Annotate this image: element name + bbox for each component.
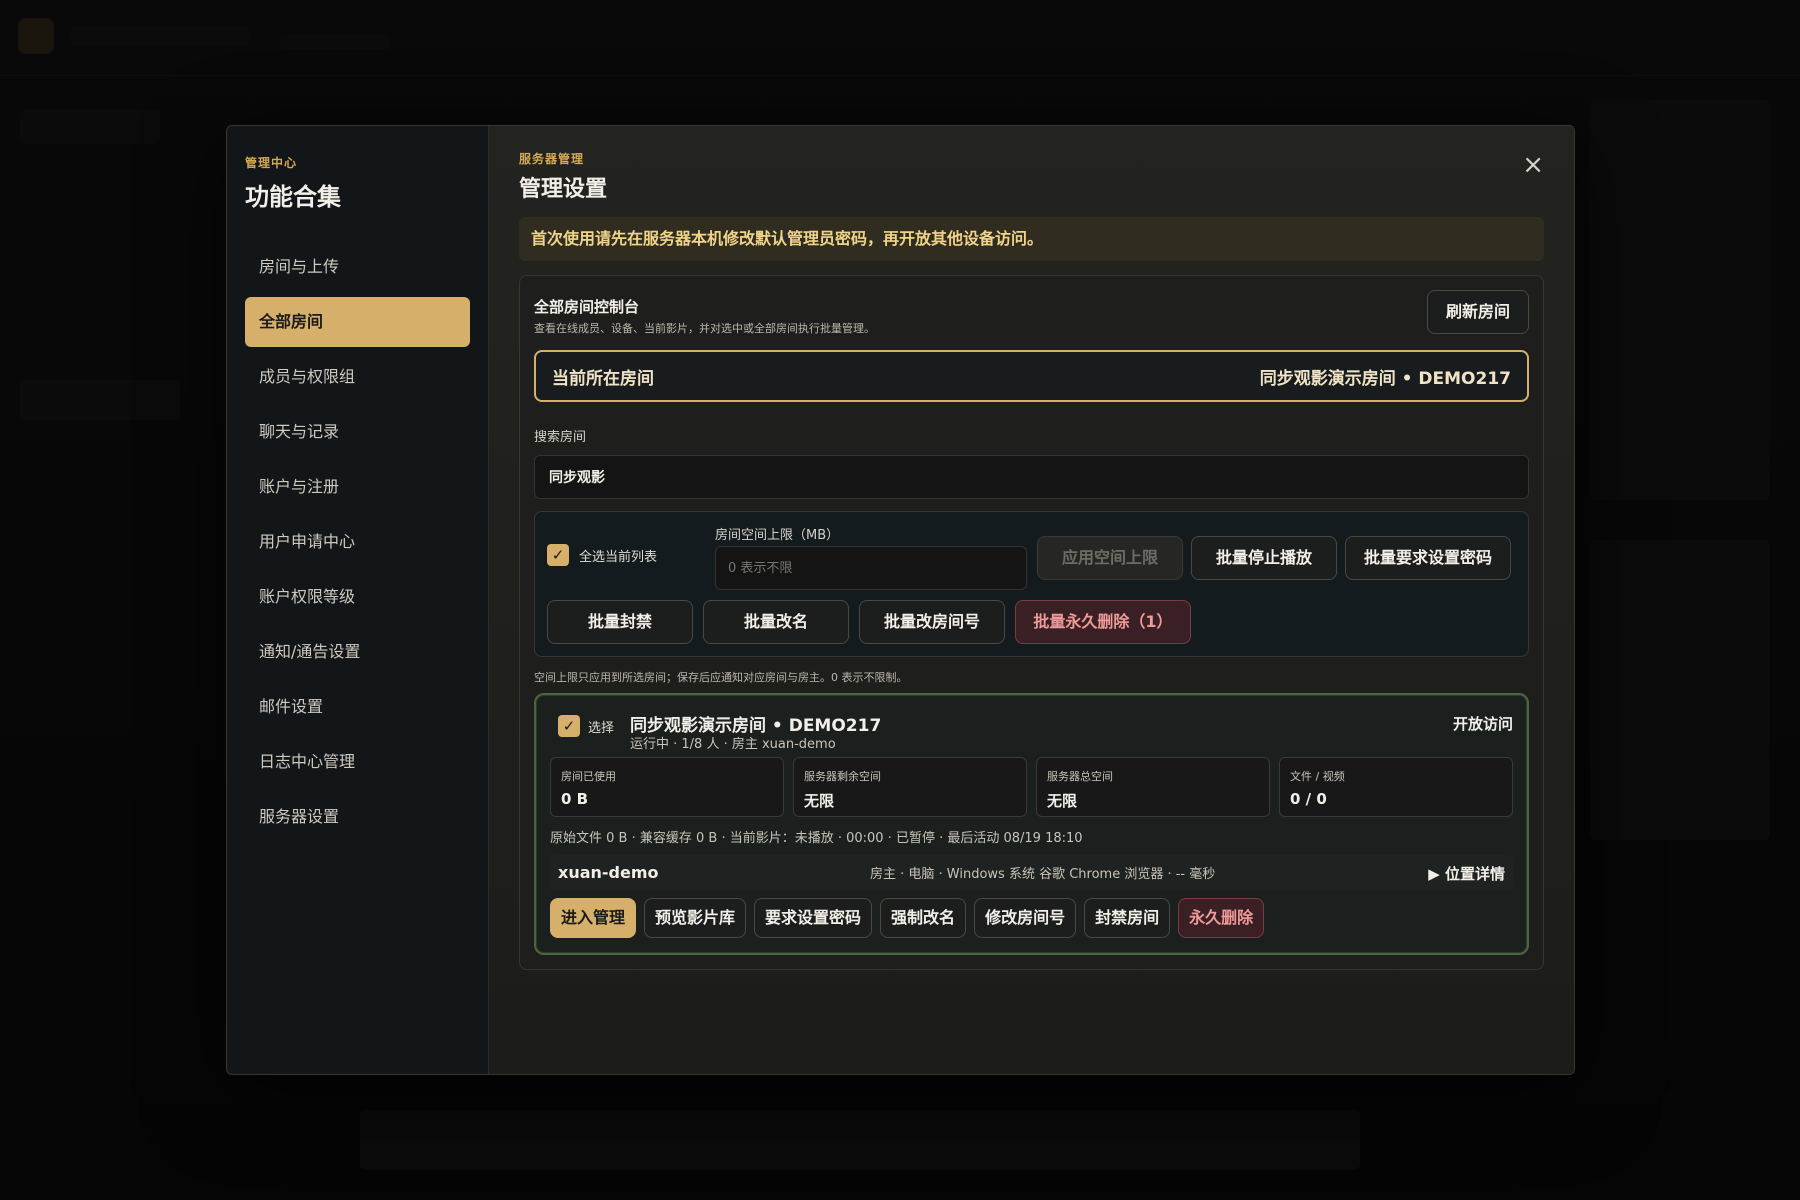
location-details-toggle[interactable]: ▶ 位置详情 [1428, 863, 1505, 884]
select-all-label: 全选当前列表 [579, 549, 658, 565]
batch-ban-button[interactable]: 批量封禁 [547, 600, 693, 644]
close-icon[interactable]: × [1522, 152, 1544, 178]
sidebar-item-user-requests[interactable]: 用户申请中心 [245, 517, 470, 567]
batch-actions-box: ✓ 全选当前列表 房间空间上限（MB） 应用空间上限 批量停止播放 批量要求设置… [534, 511, 1529, 657]
apply-quota-button[interactable]: 应用空间上限 [1037, 536, 1183, 580]
stat-label: 文件 / 视频 [1290, 770, 1345, 783]
sidebar-item-permission-levels[interactable]: 账户权限等级 [245, 572, 470, 622]
stat-label: 房间已使用 [561, 770, 616, 783]
select-all-control[interactable]: ✓ 全选当前列表 [547, 544, 657, 566]
stat-value: 0 B [561, 790, 589, 808]
refresh-rooms-button[interactable]: 刷新房间 [1427, 290, 1529, 334]
batch-rename-button[interactable]: 批量改名 [703, 600, 849, 644]
member-name: xuan-demo [558, 863, 659, 882]
room-access-status: 开放访问 [1452, 715, 1513, 733]
sidebar-item-mail-settings[interactable]: 邮件设置 [245, 682, 470, 732]
stat-room-used: 房间已使用 0 B [550, 757, 784, 817]
quota-label: 房间空间上限（MB） [715, 528, 840, 543]
stat-server-free: 服务器剩余空间 无限 [793, 757, 1027, 817]
room-actions: 进入管理 预览影片库 要求设置密码 强制改名 修改房间号 封禁房间 永久删除 [550, 898, 1265, 938]
main-kicker: 服务器管理 [519, 152, 585, 166]
stat-files-videos: 文件 / 视频 0 / 0 [1279, 757, 1513, 817]
sidebar-title: 功能合集 [245, 183, 341, 211]
stat-label: 服务器剩余空间 [804, 770, 881, 783]
page-title: 管理设置 [519, 177, 608, 202]
enter-management-button[interactable]: 进入管理 [550, 898, 637, 938]
room-select-label: 选择 [588, 720, 615, 736]
stat-label: 服务器总空间 [1047, 770, 1113, 783]
sidebar-item-log-center[interactable]: 日志中心管理 [245, 737, 470, 787]
room-details: 原始文件 0 B · 兼容缓存 0 B · 当前影片：未播放 · 00:00 ·… [550, 831, 1083, 846]
sidebar-item-members-groups[interactable]: 成员与权限组 [245, 352, 470, 402]
sidebar-item-chat-records[interactable]: 聊天与记录 [245, 407, 470, 457]
sidebar-item-accounts-register[interactable]: 账户与注册 [245, 462, 470, 512]
batch-change-number-button[interactable]: 批量改房间号 [859, 600, 1005, 644]
batch-stop-play-button[interactable]: 批量停止播放 [1191, 536, 1337, 580]
current-room-banner: 当前所在房间 同步观影演示房间 • DEMO217 [534, 350, 1529, 402]
member-info: 房主 · 电脑 · Windows 系统 谷歌 Chrome 浏览器 · -- … [870, 867, 1216, 882]
quota-input[interactable] [715, 546, 1027, 590]
sidebar-kicker: 管理中心 [245, 156, 298, 170]
room-select-checkbox[interactable]: ✓ [558, 715, 580, 737]
ban-room-button[interactable]: 封禁房间 [1084, 898, 1171, 938]
current-room-value: 同步观影演示房间 • DEMO217 [1259, 368, 1511, 389]
panel-title: 全部房间控制台 [534, 298, 640, 316]
member-row: xuan-demo 房主 · 电脑 · Windows 系统 谷歌 Chrome… [550, 855, 1513, 891]
room-search-input[interactable] [534, 455, 1529, 499]
select-all-checkbox[interactable]: ✓ [547, 544, 569, 566]
stat-value: 0 / 0 [1290, 790, 1327, 808]
main-content: 服务器管理 管理设置 × 首次使用请先在服务器本机修改默认管理员密码，再开放其他… [489, 126, 1574, 1074]
room-card: ✓ 选择 同步观影演示房间 • DEMO217 运行中 · 1/8 人 · 房主… [534, 693, 1529, 955]
sidebar: 管理中心 功能合集 房间与上传 全部房间 成员与权限组 聊天与记录 账户与注册 … [227, 126, 489, 1074]
stat-value: 无限 [1047, 792, 1078, 810]
rooms-console-panel: 全部房间控制台 查看在线成员、设备、当前影片，并对选中或全部房间执行批量管理。 … [519, 275, 1544, 970]
room-select-control[interactable]: ✓ 选择 [558, 715, 614, 737]
batch-require-password-button[interactable]: 批量要求设置密码 [1345, 536, 1511, 580]
sidebar-item-rooms-upload[interactable]: 房间与上传 [245, 242, 470, 292]
security-notice: 首次使用请先在服务器本机修改默认管理员密码，再开放其他设备访问。 [519, 217, 1544, 261]
stat-server-total: 服务器总空间 无限 [1036, 757, 1270, 817]
batch-delete-button[interactable]: 批量永久删除（1） [1015, 600, 1191, 644]
require-password-button[interactable]: 要求设置密码 [754, 898, 873, 938]
delete-room-button[interactable]: 永久删除 [1178, 898, 1265, 938]
panel-subtitle: 查看在线成员、设备、当前影片，并对选中或全部房间执行批量管理。 [534, 322, 875, 335]
sidebar-item-notifications[interactable]: 通知/通告设置 [245, 627, 470, 677]
stat-value: 无限 [804, 792, 835, 810]
room-meta: 运行中 · 1/8 人 · 房主 xuan-demo [630, 737, 836, 752]
quota-hint: 空间上限只应用到所选房间；保存后应通知对应房间与房主。0 表示不限制。 [534, 671, 908, 684]
preview-library-button[interactable]: 预览影片库 [644, 898, 747, 938]
search-label: 搜索房间 [534, 430, 587, 445]
current-room-label: 当前所在房间 [552, 368, 654, 389]
sidebar-item-all-rooms[interactable]: 全部房间 [245, 297, 470, 347]
change-room-number-button[interactable]: 修改房间号 [974, 898, 1077, 938]
sidebar-item-server-settings[interactable]: 服务器设置 [245, 792, 470, 842]
force-rename-button[interactable]: 强制改名 [880, 898, 967, 938]
admin-modal: 管理中心 功能合集 房间与上传 全部房间 成员与权限组 聊天与记录 账户与注册 … [226, 125, 1575, 1075]
